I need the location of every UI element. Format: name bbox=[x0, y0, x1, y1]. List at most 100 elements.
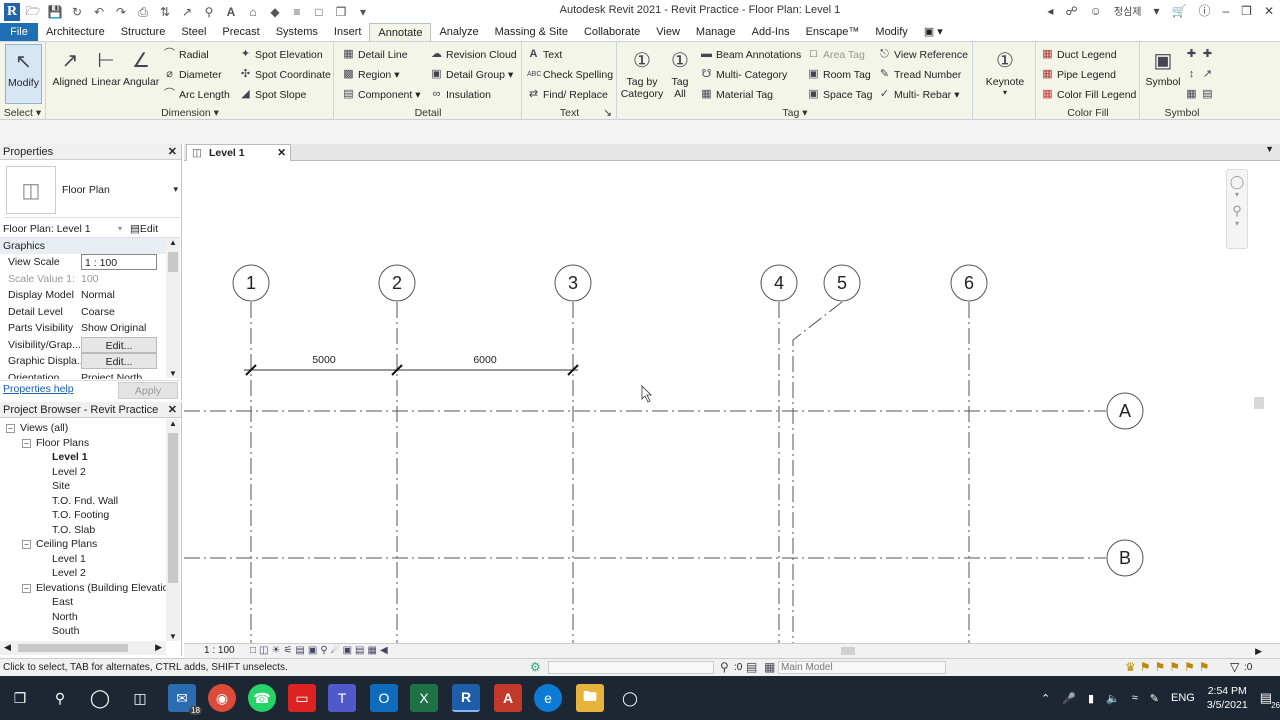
tab-structure[interactable]: Structure bbox=[113, 23, 174, 41]
tab-level-1[interactable]: ◫ Level 1 ✕ bbox=[186, 144, 291, 161]
tab-precast[interactable]: Precast bbox=[214, 23, 267, 41]
prop-value[interactable]: Show Original bbox=[81, 320, 146, 336]
tree-node[interactable]: − Floor Plans bbox=[22, 437, 89, 449]
spot-coordinate-button[interactable]: ✣ Spot Coordinate bbox=[239, 68, 331, 81]
close-icon[interactable]: ✕ bbox=[277, 145, 286, 161]
dialog-launcher-icon[interactable]: ↘ bbox=[603, 107, 612, 119]
keynote-button[interactable]: ① Keynote ▾ bbox=[982, 44, 1028, 98]
insulation-button[interactable]: ∞ Insulation bbox=[430, 88, 491, 101]
chrome-icon[interactable]: ◉ bbox=[208, 684, 236, 712]
properties-scrollbar[interactable]: ▲ ▼ bbox=[166, 238, 180, 378]
collapse-icon[interactable]: − bbox=[6, 424, 15, 433]
prop-value[interactable]: Project North bbox=[81, 370, 142, 379]
tab-collaborate[interactable]: Collaborate bbox=[576, 23, 648, 41]
tab-analyze[interactable]: Analyze bbox=[431, 23, 486, 41]
zoom-icon[interactable]: ⚲ bbox=[1227, 203, 1247, 219]
aligned-button[interactable]: ↗ Aligned bbox=[51, 44, 89, 89]
prop-row-view-scale[interactable]: View Scale 1 : 100 bbox=[0, 254, 166, 271]
tree-node[interactable]: Site bbox=[52, 480, 70, 492]
minimize-button[interactable]: – bbox=[1222, 4, 1229, 18]
detail-line-button[interactable]: ▦ Detail Line bbox=[342, 48, 407, 61]
tab-massing-site[interactable]: Massing & Site bbox=[487, 23, 576, 41]
detail-group-button[interactable]: ▣ Detail Group ▾ bbox=[430, 68, 513, 81]
editable-only-icon[interactable]: ▦ bbox=[764, 659, 775, 676]
panel-label-select[interactable]: Select ▾ bbox=[0, 107, 45, 119]
tree-node[interactable]: T.O. Footing bbox=[52, 509, 109, 521]
windows-start-icon[interactable]: ❒ bbox=[6, 684, 34, 712]
filter-icon[interactable]: ▽ bbox=[1230, 659, 1239, 676]
fabric-button[interactable]: ▦ ▤ bbox=[1185, 88, 1214, 101]
tab-modify[interactable]: Modify bbox=[867, 23, 915, 41]
workset-select[interactable] bbox=[548, 661, 714, 674]
apply-button[interactable]: Apply bbox=[118, 382, 178, 399]
microphone-icon[interactable]: 🎤 bbox=[1062, 692, 1076, 705]
binoculars-icon[interactable]: ☍ bbox=[1065, 4, 1077, 18]
prop-row-graphic-display[interactable]: Graphic Displa... Edit... bbox=[0, 353, 166, 370]
drawing-canvas[interactable]: 1 2 3 4 5 6 A B 5000 6000 ◯ ▾ ⚲ ▾ bbox=[184, 161, 1268, 643]
help-icon[interactable]: ⓘ bbox=[1198, 2, 1210, 19]
excel-icon[interactable]: X bbox=[410, 684, 438, 712]
clock[interactable]: 2:54 PM 3/5/2021 bbox=[1207, 684, 1248, 712]
tree-node[interactable]: T.O. Fnd. Wall bbox=[52, 495, 118, 507]
browser-hscrollbar[interactable]: ◀ ▶ bbox=[0, 641, 166, 655]
revision-cloud-button[interactable]: ☁ Revision Cloud bbox=[430, 48, 517, 61]
tab-steel[interactable]: Steel bbox=[173, 23, 214, 41]
prop-row-detail-level[interactable]: Detail Level Coarse bbox=[0, 304, 166, 321]
tree-node[interactable]: Level 1 bbox=[52, 553, 86, 565]
text-button[interactable]: A Text bbox=[527, 48, 563, 61]
tree-node[interactable]: − Views (all) bbox=[6, 422, 68, 434]
linear-button[interactable]: ⊢ Linear bbox=[89, 44, 123, 89]
view-scale[interactable]: 1 : 100 bbox=[204, 644, 235, 658]
area-tag-button[interactable]: □ Area Tag bbox=[807, 48, 865, 61]
steering-wheel-icon[interactable]: ◯ bbox=[1227, 174, 1247, 190]
tab-annotate[interactable]: Annotate bbox=[369, 23, 432, 41]
app-red-icon[interactable]: ▭ bbox=[288, 684, 316, 712]
edge-icon[interactable]: e bbox=[534, 684, 562, 712]
tree-node[interactable]: − Elevations (Building Elevation) bbox=[22, 582, 166, 594]
tab-manage[interactable]: Manage bbox=[688, 23, 744, 41]
cart-icon[interactable]: 🛒 bbox=[1172, 4, 1187, 18]
prop-value[interactable]: Normal bbox=[81, 287, 115, 303]
restore-button[interactable]: ❐ bbox=[1241, 4, 1252, 18]
view-reference-button[interactable]: ⎋ View Reference bbox=[878, 48, 968, 61]
panel-label-tag[interactable]: Tag ▾ bbox=[618, 107, 972, 119]
spot-slope-button[interactable]: ◢ Spot Slope bbox=[239, 88, 306, 101]
arc-length-button[interactable]: ⌒ Arc Length bbox=[163, 88, 230, 101]
tree-node[interactable]: North bbox=[52, 611, 78, 623]
instance-selector[interactable]: Floor Plan: Level 1 bbox=[3, 221, 91, 237]
space-tag-button[interactable]: ▣ Space Tag bbox=[807, 88, 872, 101]
revit-taskbar-icon[interactable]: R bbox=[452, 684, 480, 712]
region-button[interactable]: ▩ Region ▾ bbox=[342, 68, 399, 81]
prop-value[interactable]: Coarse bbox=[81, 304, 115, 320]
beam-annotations-button[interactable]: ▬ Beam Annotations bbox=[700, 48, 801, 61]
pipe-legend-button[interactable]: ▦ Pipe Legend bbox=[1041, 68, 1116, 81]
close-icon[interactable]: ✕ bbox=[168, 402, 177, 418]
panel-label-dimension[interactable]: Dimension ▾ bbox=[47, 107, 333, 119]
diameter-button[interactable]: ⌀ Diameter bbox=[163, 68, 221, 81]
component-button[interactable]: ▤ Component ▾ bbox=[342, 88, 420, 101]
tab-add-ins[interactable]: Add-Ins bbox=[744, 23, 798, 41]
tab-enscape[interactable]: Enscape™ bbox=[798, 23, 868, 41]
cortana-icon[interactable]: ◯ bbox=[86, 684, 114, 712]
autocad-icon[interactable]: A bbox=[494, 684, 522, 712]
multi-category-button[interactable]: ☋ Multi- Category bbox=[700, 68, 788, 81]
properties-help-link[interactable]: Properties help bbox=[3, 383, 74, 395]
edit-button[interactable]: Edit... bbox=[81, 337, 157, 353]
tree-node[interactable]: T.O. Slab bbox=[52, 524, 95, 536]
graphics-group-header[interactable]: Graphics bbox=[0, 238, 166, 254]
tab-architecture[interactable]: Architecture bbox=[38, 23, 113, 41]
whatsapp-icon[interactable]: ☎ bbox=[248, 684, 276, 712]
workset-icon[interactable]: ⚙ bbox=[530, 659, 541, 676]
radial-button[interactable]: ⌒ Radial bbox=[163, 48, 209, 61]
tab-menu-icon[interactable]: ▼ bbox=[1265, 144, 1274, 154]
language-indicator[interactable]: ENG bbox=[1171, 692, 1195, 704]
chevron-up-icon[interactable]: ⌃ bbox=[1041, 692, 1050, 705]
prop-row-display-model[interactable]: Display Model Normal bbox=[0, 287, 166, 304]
tread-number-button[interactable]: ✎ Tread Number bbox=[878, 68, 961, 81]
outlook-icon[interactable]: O bbox=[370, 684, 398, 712]
type-selector[interactable]: ◫ Floor Plan ▾ bbox=[4, 164, 180, 218]
tree-node[interactable]: Level 2 bbox=[52, 567, 86, 579]
prop-row-visibility-graphics[interactable]: Visibility/Grap... Edit... bbox=[0, 337, 166, 354]
wifi-icon[interactable]: ≈ bbox=[1132, 692, 1138, 704]
tag-all-button[interactable]: ① Tag All bbox=[666, 44, 694, 101]
